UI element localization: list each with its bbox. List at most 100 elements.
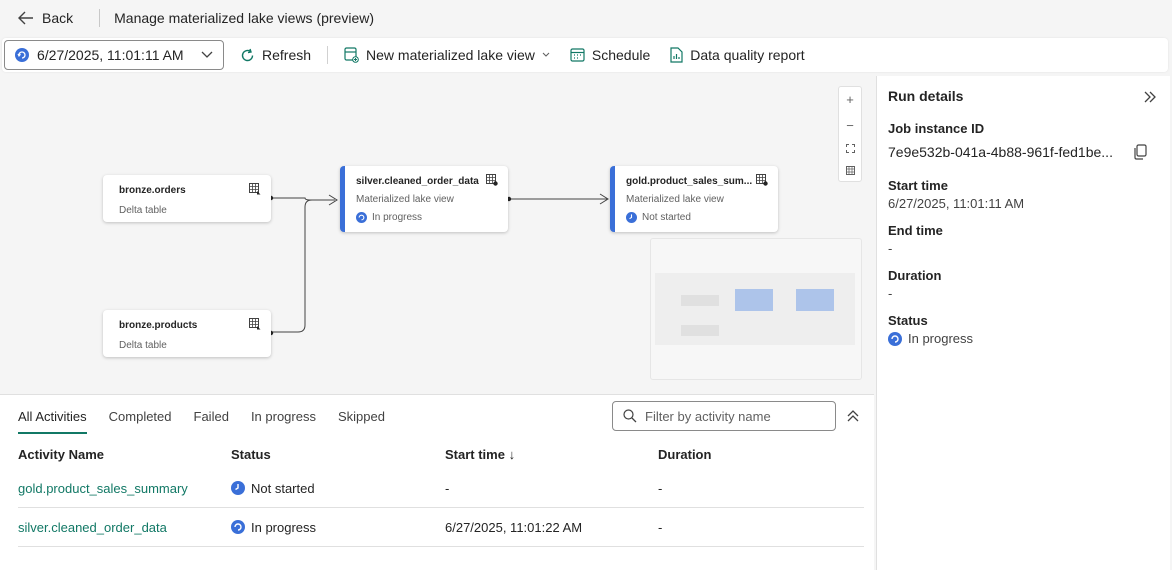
activity-start-time: 6/27/2025, 11:01:22 AM (445, 519, 583, 535)
table-header: Activity Name Status Start time ↓ Durati… (18, 439, 864, 469)
node-status-label: Not started (642, 212, 691, 223)
refresh-icon (241, 48, 254, 61)
node-status: Not started (626, 212, 691, 223)
table-row[interactable]: gold.product_sales_summary Not started -… (18, 469, 864, 508)
fit-view-icon[interactable] (845, 144, 855, 154)
activity-name-link[interactable]: gold.product_sales_summary (18, 481, 188, 496)
lineage-node-bronze-orders[interactable]: bronze.orders Delta table (103, 175, 271, 222)
node-type: Delta table (119, 340, 167, 351)
activity-name-link[interactable]: silver.cleaned_order_data (18, 520, 167, 535)
column-header-activity-name[interactable]: Activity Name (18, 447, 231, 462)
end-time-label: End time (888, 223, 943, 238)
node-status: In progress (356, 212, 422, 223)
lineage-node-silver-cleaned-order-data[interactable]: silver.cleaned_order_data Materialized l… (340, 166, 508, 232)
zoom-in-button[interactable]: + (846, 93, 854, 106)
tab-skipped[interactable]: Skipped (338, 409, 385, 434)
new-mlv-label: New materialized lake view (366, 47, 535, 63)
activity-duration: - (658, 519, 663, 535)
activity-status: Not started (231, 481, 445, 496)
node-type: Materialized lake view (626, 194, 724, 205)
table-row[interactable]: silver.cleaned_order_data In progress 6/… (18, 508, 864, 547)
back-button[interactable]: Back (18, 10, 73, 26)
materialized-view-icon (756, 174, 768, 186)
data-quality-report-label: Data quality report (690, 47, 805, 63)
start-time-value: 6/27/2025, 11:01:11 AM (888, 196, 1025, 211)
in-progress-icon (356, 212, 367, 223)
lineage-node-gold-product-sales-summary[interactable]: gold.product_sales_sum... Materialized l… (610, 166, 778, 232)
back-label: Back (42, 10, 74, 26)
canvas-minimap[interactable] (650, 238, 862, 380)
run-date-dropdown[interactable]: 6/27/2025, 11:01:11 AM (4, 40, 224, 70)
page-title: Manage materialized lake views (preview) (114, 10, 375, 26)
status-value-label: In progress (908, 331, 974, 346)
minimap-node (735, 289, 773, 311)
lineage-canvas[interactable]: bronze.orders Delta table bronze.product… (2, 76, 874, 394)
minimap-node (681, 325, 719, 336)
column-header-start-time[interactable]: Start time ↓ (445, 447, 658, 462)
status-label: Status (888, 313, 928, 328)
activity-tabs: All Activities Completed Failed In progr… (18, 409, 385, 434)
activity-status-label: Not started (251, 480, 315, 496)
arrow-left-icon (18, 11, 33, 25)
run-details-panel: Run details Job instance ID 7e9e532b-041… (876, 76, 1170, 570)
table-icon (249, 183, 261, 195)
materialized-view-icon (486, 174, 498, 186)
toolbar: 6/27/2025, 11:01:11 AM Refresh New mater… (2, 38, 1168, 72)
duration-value: - (888, 286, 893, 301)
duration-label: Duration (888, 268, 942, 283)
data-quality-report-button[interactable]: Data quality report (660, 40, 814, 70)
end-time-value: - (888, 241, 893, 256)
node-name: bronze.products (119, 320, 198, 331)
refresh-button[interactable]: Refresh (230, 40, 321, 70)
activity-duration: - (658, 480, 663, 496)
in-progress-icon (888, 331, 902, 346)
activities-panel: All Activities Completed Failed In progr… (0, 394, 874, 570)
node-name: silver.cleaned_order_data (356, 176, 479, 187)
lineage-node-bronze-products[interactable]: bronze.products Delta table (103, 310, 271, 357)
toolbar-divider (327, 46, 329, 64)
title-divider (99, 9, 101, 27)
job-instance-id-value: 7e9e532b-041a-4b88-961f-fed1be... (888, 144, 1113, 160)
node-name: gold.product_sales_sum... (626, 176, 753, 187)
table-icon (249, 318, 261, 330)
report-icon (670, 47, 683, 63)
activity-filter-input[interactable] (645, 408, 825, 424)
activity-filter[interactable] (612, 401, 836, 431)
start-time-label: Start time (888, 178, 948, 193)
chevron-up-double-icon[interactable] (846, 409, 860, 423)
canvas-zoom-controls: + − (838, 86, 862, 182)
new-mlv-button[interactable]: New materialized lake view (334, 40, 560, 70)
tab-in-progress[interactable]: In progress (251, 409, 316, 434)
minimap-node (681, 295, 719, 306)
clock-icon (626, 212, 637, 223)
zoom-out-button[interactable]: − (846, 119, 854, 132)
node-type: Delta table (119, 205, 167, 216)
job-instance-id-label: Job instance ID (888, 121, 985, 136)
title-bar: Back Manage materialized lake views (pre… (0, 0, 1172, 36)
minimap-node (796, 289, 834, 311)
clock-icon (231, 481, 245, 495)
tab-all-activities[interactable]: All Activities (18, 409, 87, 434)
activity-start-time: - (445, 480, 450, 496)
tab-completed[interactable]: Completed (109, 409, 172, 434)
activity-status-label: In progress (251, 519, 317, 535)
calendar-icon (570, 48, 585, 62)
in-progress-icon (15, 48, 29, 62)
chevron-down-icon (201, 51, 213, 58)
node-type: Materialized lake view (356, 194, 454, 205)
column-header-status[interactable]: Status (231, 447, 445, 462)
in-progress-icon (231, 520, 245, 534)
chevron-down-icon (542, 52, 550, 57)
status-value: In progress (888, 331, 973, 346)
search-icon (623, 409, 637, 423)
tab-failed[interactable]: Failed (194, 409, 229, 434)
column-header-duration[interactable]: Duration (658, 447, 858, 462)
chevron-right-double-icon[interactable] (1143, 90, 1157, 104)
run-details-title: Run details (888, 88, 964, 104)
node-status-label: In progress (372, 212, 423, 223)
copy-icon[interactable] (1133, 144, 1147, 160)
minimap-toggle-icon[interactable] (845, 165, 855, 175)
schedule-button[interactable]: Schedule (560, 40, 660, 70)
schedule-label: Schedule (591, 47, 651, 63)
new-view-icon (344, 47, 359, 63)
